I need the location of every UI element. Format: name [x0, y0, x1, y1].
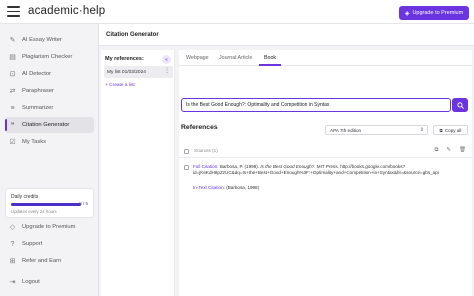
logout-icon: ⇥	[9, 279, 16, 286]
sidebar-item-label: Plagiarism Checker	[22, 54, 73, 60]
citation-style-value: APA 7th edition	[330, 127, 362, 133]
sidebar-item-my-tasks[interactable]: ☑ My Tasks	[5, 134, 94, 150]
copy-icon[interactable]: ⧉	[434, 147, 438, 154]
sidebar-item-label: My Tasks	[22, 139, 47, 145]
sidebar-item-label: Citation Generator	[22, 122, 70, 128]
intext-citation-label: In-Text Citation:	[193, 185, 225, 190]
double-chevron-left-icon[interactable]: «	[162, 55, 171, 64]
sources-count-label: Sources (1)	[194, 148, 218, 153]
tab-book[interactable]: Book	[264, 55, 276, 61]
row-tools: ⧉ ✎ 🗑	[434, 147, 466, 154]
search-button[interactable]	[452, 98, 468, 112]
sidebar-item-label: Paraphraser	[22, 88, 54, 94]
brand-prefix: academic	[28, 5, 79, 17]
sidebar: ✎ AI Essay Writer ▤ Plagiarism Checker ⊡…	[0, 24, 99, 296]
trash-icon[interactable]: 🗑	[459, 147, 466, 154]
references-panel: My references: « My list 01/03/2024 ⋮ + …	[101, 50, 175, 296]
upgrade-label: Upgrade to Premium	[412, 10, 464, 16]
credits-progress-fill	[11, 203, 81, 206]
full-citation: Full Citation: Barbosa, P. (1998). Is th…	[193, 164, 463, 176]
document-check-icon: ▤	[9, 54, 16, 61]
chevron-updown-icon: ⇕	[419, 127, 424, 133]
brand-logo[interactable]: academic·help	[28, 5, 105, 17]
diamond-icon: ◇	[9, 224, 16, 231]
tasks-icon: ☑	[9, 139, 16, 146]
full-citation-label: Full Citation:	[193, 164, 219, 169]
sidebar-item-logout[interactable]: ⇥ Logout	[5, 274, 94, 290]
sidebar-item-label: Upgrade to Premium	[22, 224, 76, 230]
ai-detect-icon: ⊡	[9, 71, 16, 78]
sources-header-row: Sources (1) ⧉ ✎ 🗑	[179, 144, 472, 158]
reference-list-item[interactable]: My list 01/03/2024 ⋮	[104, 66, 173, 78]
search-icon	[456, 101, 464, 109]
quote-icon: ❝	[10, 122, 15, 129]
sidebar-item-paraphraser[interactable]: ⇄ Paraphraser	[5, 83, 94, 99]
top-bar: academic·help ◈ Upgrade to Premium	[0, 0, 474, 24]
search-input[interactable]: Is the Best Good Enough?: Optimality and…	[181, 98, 451, 112]
sidebar-item-upgrade[interactable]: ◇ Upgrade to Premium	[5, 219, 94, 235]
source-type-tabs: Webpage Journal Article Book	[179, 50, 472, 66]
copy-icon: ⧉	[439, 127, 443, 133]
citation-title: Is the Best Good Enough?.	[260, 164, 316, 169]
help-icon: ?	[10, 240, 15, 248]
sidebar-item-label: AI Detector	[22, 71, 51, 77]
edit-icon[interactable]: ✎	[446, 147, 451, 154]
sidebar-item-summarizer[interactable]: ≡ Summarizer	[5, 100, 94, 116]
citation-style-select[interactable]: APA 7th edition ⇕	[325, 125, 428, 135]
sidebar-item-label: Support	[22, 241, 43, 247]
sidebar-item-citation-generator[interactable]: ❝ Citation Generator	[5, 117, 94, 133]
citation-content: Webpage Journal Article Book Is the Best…	[179, 50, 472, 296]
select-all-checkbox[interactable]	[184, 149, 189, 154]
credits-progress-bar	[11, 203, 81, 206]
sidebar-item-plagiarism-checker[interactable]: ▤ Plagiarism Checker	[5, 49, 94, 65]
credits-title: Daily credits	[11, 194, 39, 200]
credits-count: 5 / 5	[79, 201, 88, 206]
active-indicator	[5, 119, 7, 131]
main-area: Citation Generator My references: « My l…	[99, 24, 474, 296]
sidebar-item-label: Refer and Earn	[22, 258, 62, 264]
search-value: Is the Best Good Enough?: Optimality and…	[186, 102, 330, 108]
sidebar-item-label: Logout	[22, 279, 40, 285]
brand-suffix: help	[82, 5, 106, 17]
gift-icon: ⊞	[9, 258, 16, 265]
credits-subtitle: Updates every 24 hours	[11, 209, 57, 214]
references-panel-title: My references:	[105, 56, 144, 62]
upgrade-premium-button[interactable]: ◈ Upgrade to Premium	[399, 6, 469, 20]
intext-citation-value: (Barbosa, 1998)	[226, 185, 260, 190]
tab-journal-article[interactable]: Journal Article	[219, 55, 252, 61]
list-name: My list 01/03/2024	[107, 69, 146, 75]
more-options-icon[interactable]: ⋮	[164, 67, 170, 74]
sidebar-item-ai-essay-writer[interactable]: ✎ AI Essay Writer	[5, 32, 94, 48]
daily-credits-card: Daily credits 5 / 5 Updates every 24 hou…	[5, 188, 94, 218]
intext-citation: In-Text Citation: (Barbosa, 1998)	[193, 185, 259, 190]
copy-all-button[interactable]: ⧉ Copy all	[433, 125, 468, 135]
sidebar-item-label: AI Essay Writer	[22, 37, 62, 43]
active-tab-indicator	[259, 64, 281, 66]
references-heading: References	[181, 124, 218, 131]
sidebar-item-ai-detector[interactable]: ⊡ AI Detector	[5, 66, 94, 82]
sidebar-item-support[interactable]: ? Support	[5, 236, 94, 252]
main-header: Citation Generator	[99, 24, 474, 46]
sidebar-item-label: Summarizer	[22, 105, 54, 111]
tab-webpage[interactable]: Webpage	[186, 55, 209, 61]
page-title: Citation Generator	[106, 32, 159, 38]
copy-all-label: Copy all	[444, 127, 462, 133]
diamond-icon: ◈	[404, 10, 410, 17]
sidebar-item-refer-and-earn[interactable]: ⊞ Refer and Earn	[5, 253, 94, 269]
citation-author-year: Barbosa, P. (1998).	[219, 164, 260, 169]
create-list-link[interactable]: + Create a list	[105, 83, 135, 88]
paraphrase-icon: ⇄	[9, 88, 16, 95]
pencil-icon: ✎	[9, 37, 16, 44]
menu-icon[interactable]	[7, 5, 20, 18]
citation-checkbox[interactable]	[184, 165, 189, 170]
summarize-icon: ≡	[10, 104, 15, 112]
